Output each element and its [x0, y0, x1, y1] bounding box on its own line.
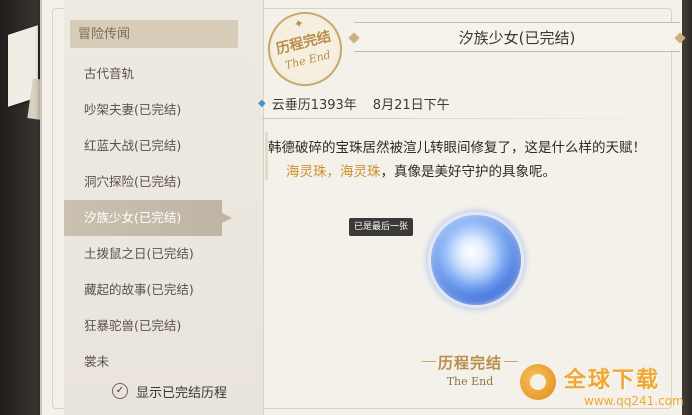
sidebar-item[interactable]: 狂暴驼兽(已完结) [64, 308, 264, 344]
site-watermark: 全球下载 www.qq241.com [520, 360, 688, 412]
checkmark-icon[interactable]: ✓ [112, 383, 128, 399]
sidebar-item[interactable]: 古代音轨 [64, 56, 264, 92]
sea-spirit-orb-image[interactable] [428, 212, 524, 308]
sidebar-item[interactable]: 吵架夫妻(已完结) [64, 92, 264, 128]
show-completed-toggle[interactable]: ✓ 显示已完结历程 [112, 380, 227, 402]
watermark-title: 全球下载 [564, 368, 661, 393]
journal-panel: 冒险传闻 古代音轨 吵架夫妻(已完结) 红蓝大战(已完结) 洞穴探险(已完结) … [40, 0, 682, 415]
sidebar: 冒险传闻 古代音轨 吵架夫妻(已完结) 红蓝大战(已完结) 洞穴探险(已完结) … [64, 0, 264, 415]
sidebar-item[interactable]: 土拨鼠之日(已完结) [64, 236, 264, 272]
date-row: ◆ 云垂历1393年 8月21日下午 [258, 94, 450, 113]
sidebar-item-active[interactable]: 汐族少女(已完结) [64, 200, 232, 236]
watermark-logo-icon [520, 364, 556, 400]
sidebar-item[interactable]: 藏起的故事(已完结) [64, 272, 264, 308]
sidebar-category-header[interactable]: 冒险传闻 [70, 20, 238, 48]
sidebar-list: 古代音轨 吵架夫妻(已完结) 红蓝大战(已完结) 洞穴探险(已完结) 汐族少女(… [64, 56, 264, 380]
divider [262, 118, 672, 119]
end-subtitle: The End [446, 375, 494, 388]
sidebar-item[interactable]: 红蓝大战(已完结) [64, 128, 264, 164]
sidebar-item[interactable]: 洞穴探险(已完结) [64, 164, 264, 200]
last-page-tooltip: 已是最后一张 [349, 218, 413, 236]
entry-line-2-rest: ，真像是美好守护的具象呢。 [380, 164, 557, 180]
diamond-bullet-icon: ◆ [258, 98, 266, 109]
star-icon: ✦ [292, 15, 306, 32]
end-marker: 历程完结 The End [422, 352, 518, 388]
date-era: 云垂历1393年 [271, 98, 357, 113]
page-title: 汐族少女(已完结) [354, 22, 680, 52]
watermark-url: www.qq241.com [584, 394, 684, 408]
highlight-term: 海灵珠 [286, 164, 327, 180]
highlight-term: 海灵珠 [340, 164, 381, 180]
highlight-sep: ， [326, 164, 341, 180]
date-day: 8月21日下午 [372, 98, 450, 113]
end-title: 历程完结 [437, 354, 502, 372]
entry-line-1: 韩德破碎的宝珠居然被渲儿转眼间修复了，这是什么样的天赋！ [268, 140, 646, 156]
sidebar-item[interactable]: 裳未 [64, 344, 264, 380]
show-completed-label: 显示已完结历程 [136, 385, 228, 401]
entry-line-2: 海灵珠，海灵珠，真像是美好守护的具象呢。 [286, 160, 556, 180]
